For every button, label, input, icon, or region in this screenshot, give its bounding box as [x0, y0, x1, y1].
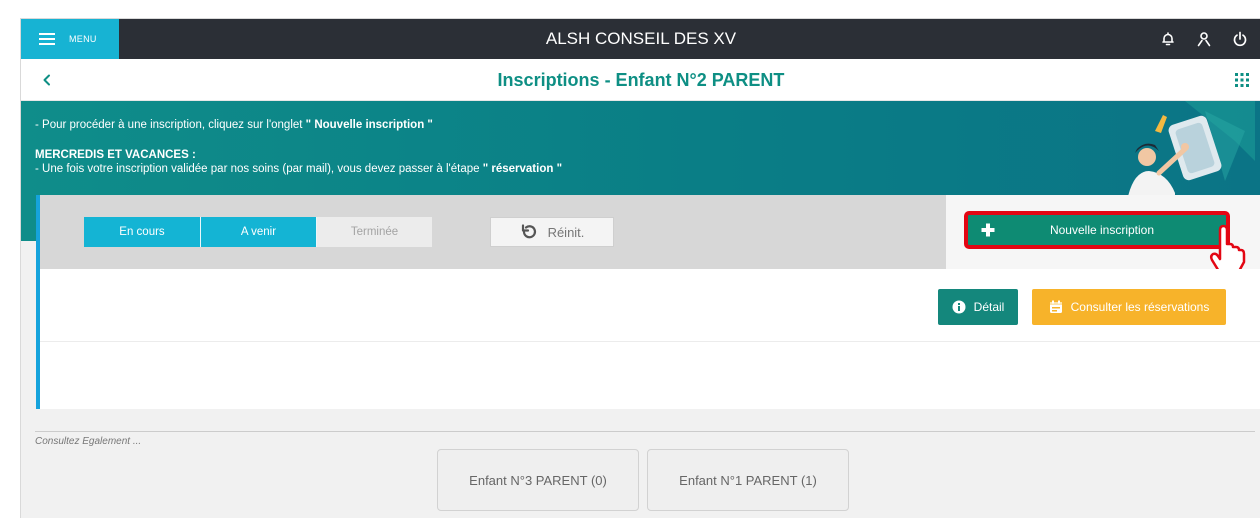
detail-label: Détail: [973, 300, 1005, 314]
banner-illustration: [1127, 101, 1255, 201]
menu-label: MENU: [69, 34, 97, 44]
detail-button[interactable]: Détail: [938, 289, 1018, 325]
banner-note: - Une fois votre inscription validée par…: [35, 163, 563, 175]
new-inscription-panel: Nouvelle inscription: [946, 195, 1260, 269]
child-button-enfant-1[interactable]: Enfant N°1 PARENT (1): [647, 449, 849, 511]
sub-header: Inscriptions - Enfant N°2 PARENT: [21, 59, 1260, 101]
reservations-label: Consulter les réservations: [1070, 300, 1210, 314]
new-inscription-label: Nouvelle inscription: [1049, 223, 1155, 237]
apps-grid-icon[interactable]: [1233, 71, 1251, 89]
user-icon[interactable]: [1193, 28, 1215, 50]
undo-icon: [521, 224, 536, 239]
tab-en-cours[interactable]: En cours: [84, 217, 200, 247]
app-window: MENU ALSH CONSEIL DES XV Inscriptions - …: [20, 18, 1260, 518]
content-divider: [40, 341, 1260, 342]
top-bar: MENU ALSH CONSEIL DES XV: [21, 19, 1260, 59]
child-button-enfant-3[interactable]: Enfant N°3 PARENT (0): [437, 449, 639, 511]
calendar-icon: [1049, 300, 1062, 313]
page-title: Inscriptions - Enfant N°2 PARENT: [497, 70, 785, 90]
app-title: ALSH CONSEIL DES XV: [545, 29, 737, 48]
banner-heading: MERCREDIS ET VACANCES :: [35, 149, 196, 161]
banner-instruction: - Pour procéder à une inscription, cliqu…: [35, 119, 433, 131]
chevron-left-icon: [43, 74, 50, 86]
filter-panel: En cours A venir Terminée Réinit.: [36, 195, 946, 269]
reservations-button[interactable]: Consulter les réservations: [1032, 289, 1226, 325]
inscriptions-content: Détail Consulter les réservations: [36, 269, 1260, 409]
consult-divider: [35, 431, 1255, 432]
bell-icon[interactable]: [1157, 28, 1179, 50]
info-icon: [952, 300, 966, 314]
hamburger-icon: [39, 33, 55, 45]
back-button[interactable]: [35, 68, 59, 92]
menu-button[interactable]: MENU: [21, 19, 119, 59]
new-inscription-button[interactable]: Nouvelle inscription: [964, 211, 1230, 249]
consult-label: Consultez Egalement ...: [35, 436, 142, 447]
status-segmented-control: En cours A venir Terminée: [84, 217, 432, 247]
reset-button[interactable]: Réinit.: [490, 217, 614, 247]
top-icons: [1157, 19, 1251, 59]
plus-icon: [968, 215, 1008, 245]
reset-label: Réinit.: [547, 224, 585, 240]
tab-a-venir[interactable]: A venir: [200, 217, 316, 247]
power-icon[interactable]: [1229, 28, 1251, 50]
tab-terminee[interactable]: Terminée: [316, 217, 432, 247]
